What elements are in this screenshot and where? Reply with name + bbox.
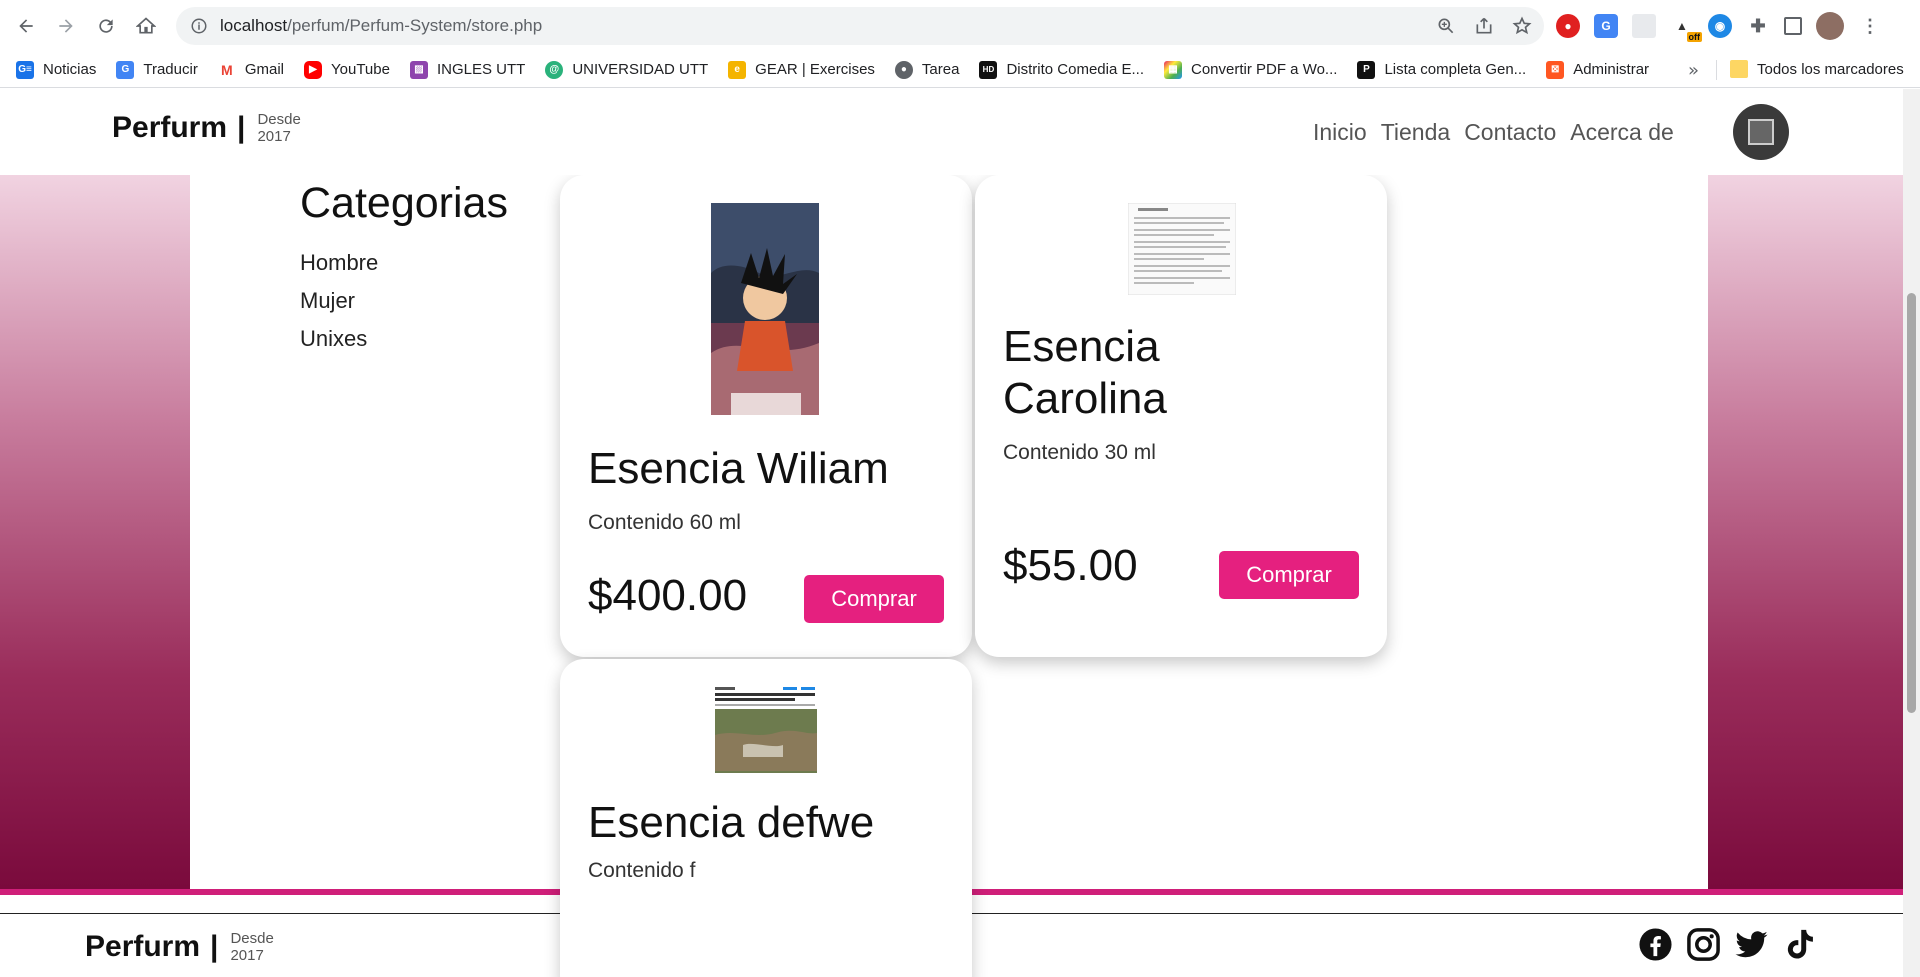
categories-title: Categorias [300, 179, 508, 227]
category-mujer[interactable]: Mujer [300, 288, 508, 314]
product-content: Contenido 30 ml [1003, 441, 1156, 464]
nav-tienda[interactable]: Tienda [1381, 119, 1450, 146]
nav-contacto[interactable]: Contacto [1464, 119, 1556, 146]
bookmarks-bar: G≡ Noticias G Traducir M Gmail ▶ YouTube ▨ IN… [0, 52, 1920, 88]
user-avatar[interactable] [1733, 104, 1789, 160]
home-icon[interactable] [128, 8, 164, 44]
bookmarks-divider [1716, 60, 1717, 80]
product-price: $400.00 [588, 571, 748, 620]
bookmark-star-icon[interactable] [1512, 16, 1532, 36]
product-content: Contenido f [588, 859, 696, 882]
bookmark-lista-completa[interactable]: P Lista completa Gen... [1357, 60, 1526, 79]
bookmark-distrito-comedia[interactable]: HD Distrito Comedia E... [979, 60, 1144, 79]
zoom-icon[interactable] [1436, 16, 1456, 36]
tiktok-icon[interactable] [1782, 927, 1817, 962]
profile-avatar-icon[interactable] [1816, 12, 1844, 40]
facebook-icon[interactable] [1638, 927, 1673, 962]
product-card: Esencia Carolina Contenido 30 ml $55.00 … [975, 175, 1387, 657]
adblock-icon[interactable]: ● [1556, 14, 1580, 38]
ingles-utt-icon: ▨ [409, 60, 428, 79]
folder-icon [1730, 60, 1748, 78]
back-icon[interactable] [8, 8, 44, 44]
reload-icon[interactable] [88, 8, 124, 44]
page-scrollbar[interactable] [1903, 89, 1920, 977]
page-viewport: Perfurm | Desde 2017 Inicio Tienda Contac… [0, 89, 1920, 977]
bookmark-convertir-pdf[interactable]: ▦ Convertir PDF a Wo... [1164, 60, 1337, 79]
broken-image-icon [1748, 119, 1774, 145]
product-image-document[interactable] [1128, 203, 1236, 295]
category-hombre[interactable]: Hombre [300, 250, 508, 276]
bookmark-ingles-utt[interactable]: ▨ INGLES UTT [409, 60, 525, 79]
footer-brand-since: Desde 2017 [230, 930, 274, 964]
administrar-icon: ⊠ [1546, 60, 1565, 79]
gear-exercises-icon: e [728, 60, 747, 79]
lista-completa-icon: P [1357, 60, 1376, 79]
bookmark-traducir[interactable]: G Traducir [116, 60, 198, 79]
brand-separator: | [237, 111, 246, 144]
categories-sidebar: Categorias Hombre Mujer Unixes [300, 179, 508, 364]
brand-since: Desde 2017 [257, 111, 301, 145]
bookmark-administrar[interactable]: ⊠ Administrar [1546, 60, 1649, 79]
buy-button[interactable]: Comprar [804, 575, 944, 623]
noticias-icon: G≡ [16, 60, 34, 79]
bookmark-gear-exercises[interactable]: e GEAR | Exercises [728, 60, 875, 79]
share-icon[interactable] [1474, 16, 1494, 36]
kebab-menu-icon[interactable]: ⋮ [1858, 14, 1882, 38]
site-logo[interactable]: Perfurm | Desde 2017 [112, 111, 301, 145]
youtube-icon: ▶ [304, 60, 322, 79]
nav-acerca-de[interactable]: Acerca de [1570, 119, 1674, 146]
brand-name: Perfurm [112, 111, 228, 144]
translate-icon: G [116, 60, 135, 79]
bookmark-tarea[interactable]: ● Tarea [894, 60, 959, 79]
product-content: Contenido 60 ml [588, 511, 741, 534]
footer-brand-separator: | [210, 930, 219, 963]
convertir-pdf-icon: ▦ [1164, 60, 1182, 79]
puzzle-extensions-icon[interactable]: ✚ [1746, 14, 1770, 38]
product-card: Esencia defwe Contenido f [560, 659, 972, 977]
more-bookmarks-chevron-icon[interactable]: » [1688, 60, 1699, 81]
bookmark-noticias[interactable]: G≡ Noticias [16, 60, 96, 79]
site-header: Perfurm | Desde 2017 Inicio Tienda Contac… [0, 89, 1903, 175]
product-card: Esencia Wiliam Contenido 60 ml $400.00 C… [560, 175, 972, 657]
universidad-utt-icon: @ [545, 60, 564, 79]
product-name: Esencia Carolina [1003, 322, 1167, 423]
twitter-icon[interactable] [1734, 927, 1769, 962]
footer-brand-name: Perfurm [85, 930, 201, 963]
off-badge-extension-icon[interactable]: off ▲ [1670, 14, 1702, 42]
footer-logo[interactable]: Perfurm | Desde 2017 [85, 930, 274, 964]
side-panel-icon[interactable] [1784, 17, 1802, 35]
bookmark-universidad-utt[interactable]: @ UNIVERSIDAD UTT [545, 60, 708, 79]
info-icon[interactable] [190, 17, 208, 35]
product-image-anime-character[interactable] [711, 203, 819, 415]
scrollbar-thumb[interactable] [1907, 293, 1916, 713]
buy-button[interactable]: Comprar [1219, 551, 1359, 599]
gmail-icon: M [217, 60, 236, 79]
nav-inicio[interactable]: Inicio [1313, 119, 1367, 146]
translate-extension-icon[interactable]: G [1594, 14, 1618, 38]
url-text[interactable]: localhost/perfum/Perfum-System/store.php [220, 16, 542, 36]
forward-icon[interactable] [48, 8, 84, 44]
product-name: Esencia defwe [588, 798, 875, 847]
bookmark-youtube[interactable]: ▶ YouTube [304, 60, 390, 79]
bookmark-gmail[interactable]: M Gmail [217, 60, 284, 79]
compass-extension-icon[interactable]: ◉ [1708, 14, 1732, 38]
social-links [1638, 927, 1817, 962]
category-unixes[interactable]: Unixes [300, 326, 508, 352]
product-image-news-flood[interactable] [713, 685, 819, 773]
instagram-icon[interactable] [1686, 927, 1721, 962]
distrito-comedia-icon: HD [979, 60, 998, 79]
globe-icon: ● [894, 60, 913, 79]
browser-toolbar: localhost/perfum/Perfum-System/store.php… [0, 0, 1920, 52]
cast-icon[interactable] [1632, 14, 1656, 38]
product-price: $55.00 [1003, 541, 1138, 590]
product-name: Esencia Wiliam [588, 444, 889, 493]
main-nav: Inicio Tienda Contacto Acerca de [1313, 119, 1674, 146]
address-bar[interactable]: localhost/perfum/Perfum-System/store.php [176, 7, 1544, 45]
all-bookmarks-folder[interactable]: Todos los marcadores [1730, 60, 1904, 78]
